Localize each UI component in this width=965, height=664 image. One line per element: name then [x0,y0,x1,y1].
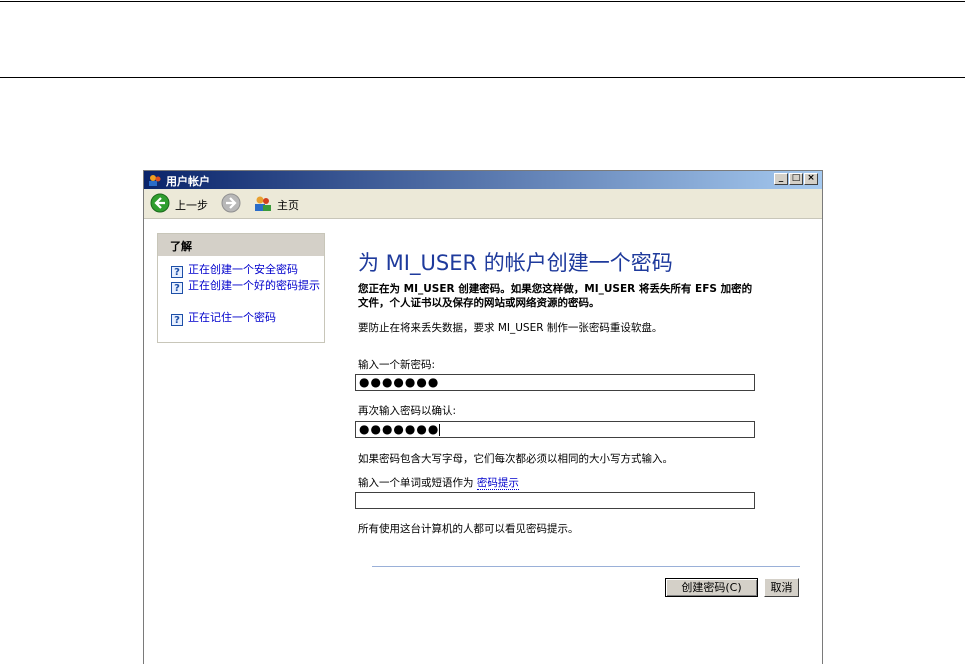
title-bar[interactable]: 用户帐户 _ □ × [144,171,822,189]
user-accounts-home-icon[interactable] [254,195,272,212]
new-password-value: ●●●●●●● [359,375,440,389]
confirm-password-value: ●●●●●●● [359,422,440,436]
sidebar-item-label[interactable]: 正在记住一个密码 [188,312,320,324]
header-rule [0,77,965,78]
hint-visibility-note: 所有使用这台计算机的人都可以看见密码提示。 [358,523,579,535]
confirm-password-field[interactable]: ●●●●●●● [355,421,755,438]
forward-arrow-icon[interactable] [221,193,241,213]
help-icon: ? [171,282,183,294]
page-title: 为 MI_USER 的帐户创建一个密码 [358,251,673,275]
password-hint-link[interactable]: 密码提示 [476,477,519,490]
learn-about-heading: 了解 [158,234,324,256]
window-title: 用户帐户 [166,175,210,188]
top-rule [0,1,965,2]
back-arrow-icon[interactable] [150,193,170,213]
help-icon: ? [171,314,183,326]
password-hint-label: 输入一个单词或短语作为 密码提示 [358,475,519,490]
back-button-label[interactable]: 上一步 [175,197,208,213]
minimize-button[interactable]: _ [774,173,788,185]
learn-about-panel: 了解 ? 正在创建一个安全密码 ? 正在创建一个好的密码提示 ? 正在记住一个密… [157,233,325,343]
text-caret [439,423,441,436]
navigation-toolbar: 上一步 主页 [144,189,822,219]
help-icon: ? [171,266,183,278]
password-hint-label-text: 输入一个单词或短语作为 [358,477,474,489]
new-password-label: 输入一个新密码: [358,359,436,371]
case-sensitivity-note: 如果密码包含大写字母，它们每次都必须以相同的大小写方式输入。 [358,453,673,465]
home-button-label[interactable]: 主页 [277,197,299,213]
efs-warning-text: 您正在为 MI_USER 创建密码。如果您这样做，MI_USER 将丢失所有 E… [358,283,753,309]
user-accounts-window: 用户帐户 _ □ × 上一步 主页 了解 ? 正在创建一个安全密码 ? 正在创建… [143,170,823,664]
button-divider [372,566,800,567]
cancel-button[interactable]: 取消 [764,578,799,597]
maximize-button[interactable]: □ [789,173,803,185]
sidebar-item-label[interactable]: 正在创建一个安全密码 [188,264,320,276]
create-password-button[interactable]: 创建密码(C) [665,578,758,597]
new-password-field[interactable]: ●●●●●●● [355,374,755,391]
confirm-password-label: 再次输入密码以确认: [358,405,457,417]
sidebar-item-label[interactable]: 正在创建一个好的密码提示 [188,280,320,292]
close-button[interactable]: × [804,173,818,185]
reset-disk-info-text: 要防止在将来丢失数据，要求 MI_USER 制作一张密码重设软盘。 [358,322,663,334]
password-hint-field[interactable] [355,492,755,509]
user-accounts-icon [149,175,161,186]
